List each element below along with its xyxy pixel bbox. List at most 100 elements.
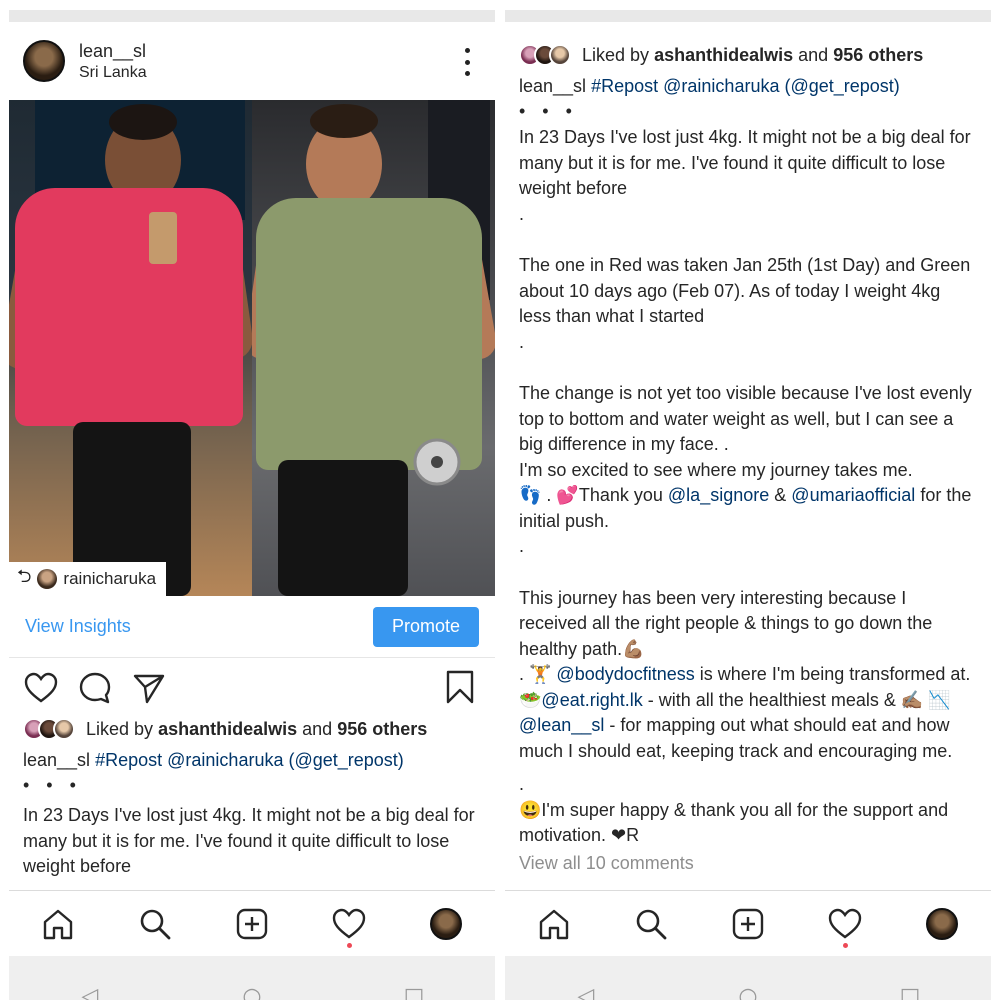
likes-prefix: Liked by — [582, 44, 650, 65]
before-photo — [9, 100, 252, 596]
author-username[interactable]: lean__sl — [79, 41, 147, 62]
person-hair — [310, 104, 378, 138]
back-icon[interactable]: ◁ — [79, 986, 101, 1000]
caption-paragraph-8: 😃I'm super happy & thank you all for the… — [519, 799, 949, 846]
mention-eat-right-lk[interactable]: @eat.right.lk — [541, 690, 642, 710]
caption-paragraph-1: In 23 Days I've lost just 4kg. It might … — [519, 127, 971, 198]
liker-username[interactable]: ashanthidealwis — [158, 719, 297, 739]
heart-icon[interactable] — [23, 670, 59, 706]
caption-username[interactable]: lean__sl — [519, 76, 586, 96]
caption-paragraph-5: 👣 . 💕Thank you @la_signore & @umariaoffi… — [519, 483, 977, 534]
post-header: lean__sl Sri Lanka — [9, 22, 495, 100]
search-icon[interactable] — [131, 900, 179, 948]
right-screen: Liked by ashanthidealwis and 956 others … — [505, 10, 991, 1000]
bottom-nav — [9, 890, 495, 956]
caption-separator: . — [519, 536, 525, 556]
view-insights-link[interactable]: View Insights — [25, 616, 131, 637]
direct-share-icon[interactable] — [131, 670, 167, 706]
author-avatar[interactable] — [23, 40, 65, 82]
phone — [149, 212, 177, 264]
post-actions — [9, 658, 495, 718]
caption-paragraph-6: This journey has been very interesting b… — [519, 587, 933, 659]
notification-dot — [843, 942, 849, 948]
add-post-icon[interactable] — [724, 900, 772, 948]
likes-text[interactable]: Liked by ashanthidealwis and 956 others — [86, 719, 427, 740]
person-legs — [278, 460, 408, 596]
post-photo[interactable]: ⮌ rainicharuka — [9, 100, 495, 596]
home-icon[interactable] — [34, 900, 82, 948]
caption-username[interactable]: lean__sl — [23, 750, 90, 770]
caption-expanded: Liked by ashanthidealwis and 956 others … — [505, 22, 991, 874]
mention-la-signore[interactable]: @la_signore — [668, 485, 769, 505]
profile-nav[interactable] — [422, 900, 470, 948]
screenshot-collage: lean__sl Sri Lanka ⮌ rainicharuka View I… — [0, 0, 1000, 1000]
mention-bodydocfitness[interactable]: @bodydocfitness — [556, 664, 694, 684]
system-nav-bar: ◁ ○ □ — [505, 956, 991, 1000]
recents-icon[interactable]: □ — [403, 986, 425, 1000]
home-circle-icon[interactable]: ○ — [737, 986, 759, 1000]
repost-avatar — [37, 569, 58, 589]
home-circle-icon[interactable]: ○ — [241, 986, 263, 1000]
view-all-comments-link[interactable]: View all 10 comments — [519, 853, 977, 874]
caption-text: - with all the healthiest meals & ✍🏽 📉 — [647, 689, 951, 710]
bottom-nav — [505, 890, 991, 956]
mention-lean-sl[interactable]: @lean__sl — [519, 715, 604, 735]
gym-weight — [413, 438, 461, 486]
likes-count[interactable]: 956 others — [337, 719, 427, 739]
caption-separator: . — [519, 331, 525, 352]
caption-dots: • • • — [23, 775, 82, 795]
liker-avatars — [23, 718, 75, 740]
system-nav-bar: ◁ ○ □ — [9, 956, 495, 1000]
bookmark-icon[interactable] — [445, 670, 481, 706]
ampersand: & — [774, 485, 787, 505]
thanks-text: 👣 . 💕Thank you — [519, 485, 663, 505]
profile-avatar — [926, 907, 959, 940]
profile-nav[interactable] — [918, 900, 966, 948]
repost-credit[interactable]: ⮌ rainicharuka — [9, 562, 167, 596]
caption-separator: . — [519, 203, 525, 224]
caption-via[interactable]: (@get_repost) — [288, 750, 403, 770]
activity-heart-icon[interactable] — [325, 900, 373, 948]
post-caption-view[interactable]: Liked by ashanthidealwis and 956 others … — [505, 22, 991, 890]
recents-icon[interactable]: □ — [899, 986, 921, 1000]
home-icon[interactable] — [530, 900, 578, 948]
liker-username[interactable]: ashanthidealwis — [654, 45, 793, 65]
add-post-icon[interactable] — [228, 900, 276, 948]
red-shirt — [15, 188, 243, 426]
gym-emoji: . 🏋 — [519, 664, 557, 684]
insights-row: View Insights Promote — [9, 596, 495, 658]
caption-paragraph-2: The one in Red was taken Jan 25th (1st D… — [519, 255, 971, 326]
mention-umariaofficial[interactable]: @umariaofficial — [791, 485, 915, 505]
likes-row[interactable]: Liked by ashanthidealwis and 956 others — [519, 44, 977, 66]
caption-via[interactable]: (@get_repost) — [784, 76, 899, 96]
likes-prefix: Liked by — [86, 718, 154, 739]
caption-dots: • • • — [519, 101, 578, 121]
caption-mention[interactable]: @rainicharuka — [167, 750, 283, 770]
after-photo — [252, 100, 495, 596]
status-bar — [9, 10, 495, 22]
liker-avatars — [519, 44, 571, 66]
repost-icon: ⮌ — [17, 566, 32, 587]
profile-avatar — [430, 907, 463, 940]
likes-text[interactable]: Liked by ashanthidealwis and 956 others — [582, 45, 923, 66]
left-screen: lean__sl Sri Lanka ⮌ rainicharuka View I… — [9, 10, 495, 1000]
activity-heart-icon[interactable] — [821, 900, 869, 948]
caption-paragraph-4: I'm so excited to see where my journey t… — [519, 459, 913, 480]
caption-mention[interactable]: @rainicharuka — [663, 76, 779, 96]
promote-button[interactable]: Promote — [373, 606, 479, 647]
more-options-icon[interactable] — [455, 48, 479, 76]
likes-row[interactable]: Liked by ashanthidealwis and 956 others — [23, 718, 481, 740]
post-location[interactable]: Sri Lanka — [79, 64, 147, 82]
caption-separator: . — [519, 774, 525, 794]
back-icon[interactable]: ◁ — [575, 986, 597, 1000]
search-icon[interactable] — [627, 900, 675, 948]
caption-hashtag[interactable]: #Repost — [591, 76, 658, 96]
caption-paragraph-1: In 23 Days I've lost just 4kg. It might … — [23, 805, 475, 876]
caption-paragraph-3: The change is not yet too visible becaus… — [519, 383, 972, 454]
caption-header: lean__sl #Repost @rainicharuka (@get_rep… — [519, 76, 977, 97]
caption-hashtag[interactable]: #Repost — [95, 750, 162, 770]
comment-icon[interactable] — [77, 670, 113, 706]
post-feed[interactable]: lean__sl Sri Lanka ⮌ rainicharuka View I… — [9, 22, 495, 890]
notification-dot — [347, 942, 353, 948]
likes-count[interactable]: 956 others — [833, 45, 923, 65]
